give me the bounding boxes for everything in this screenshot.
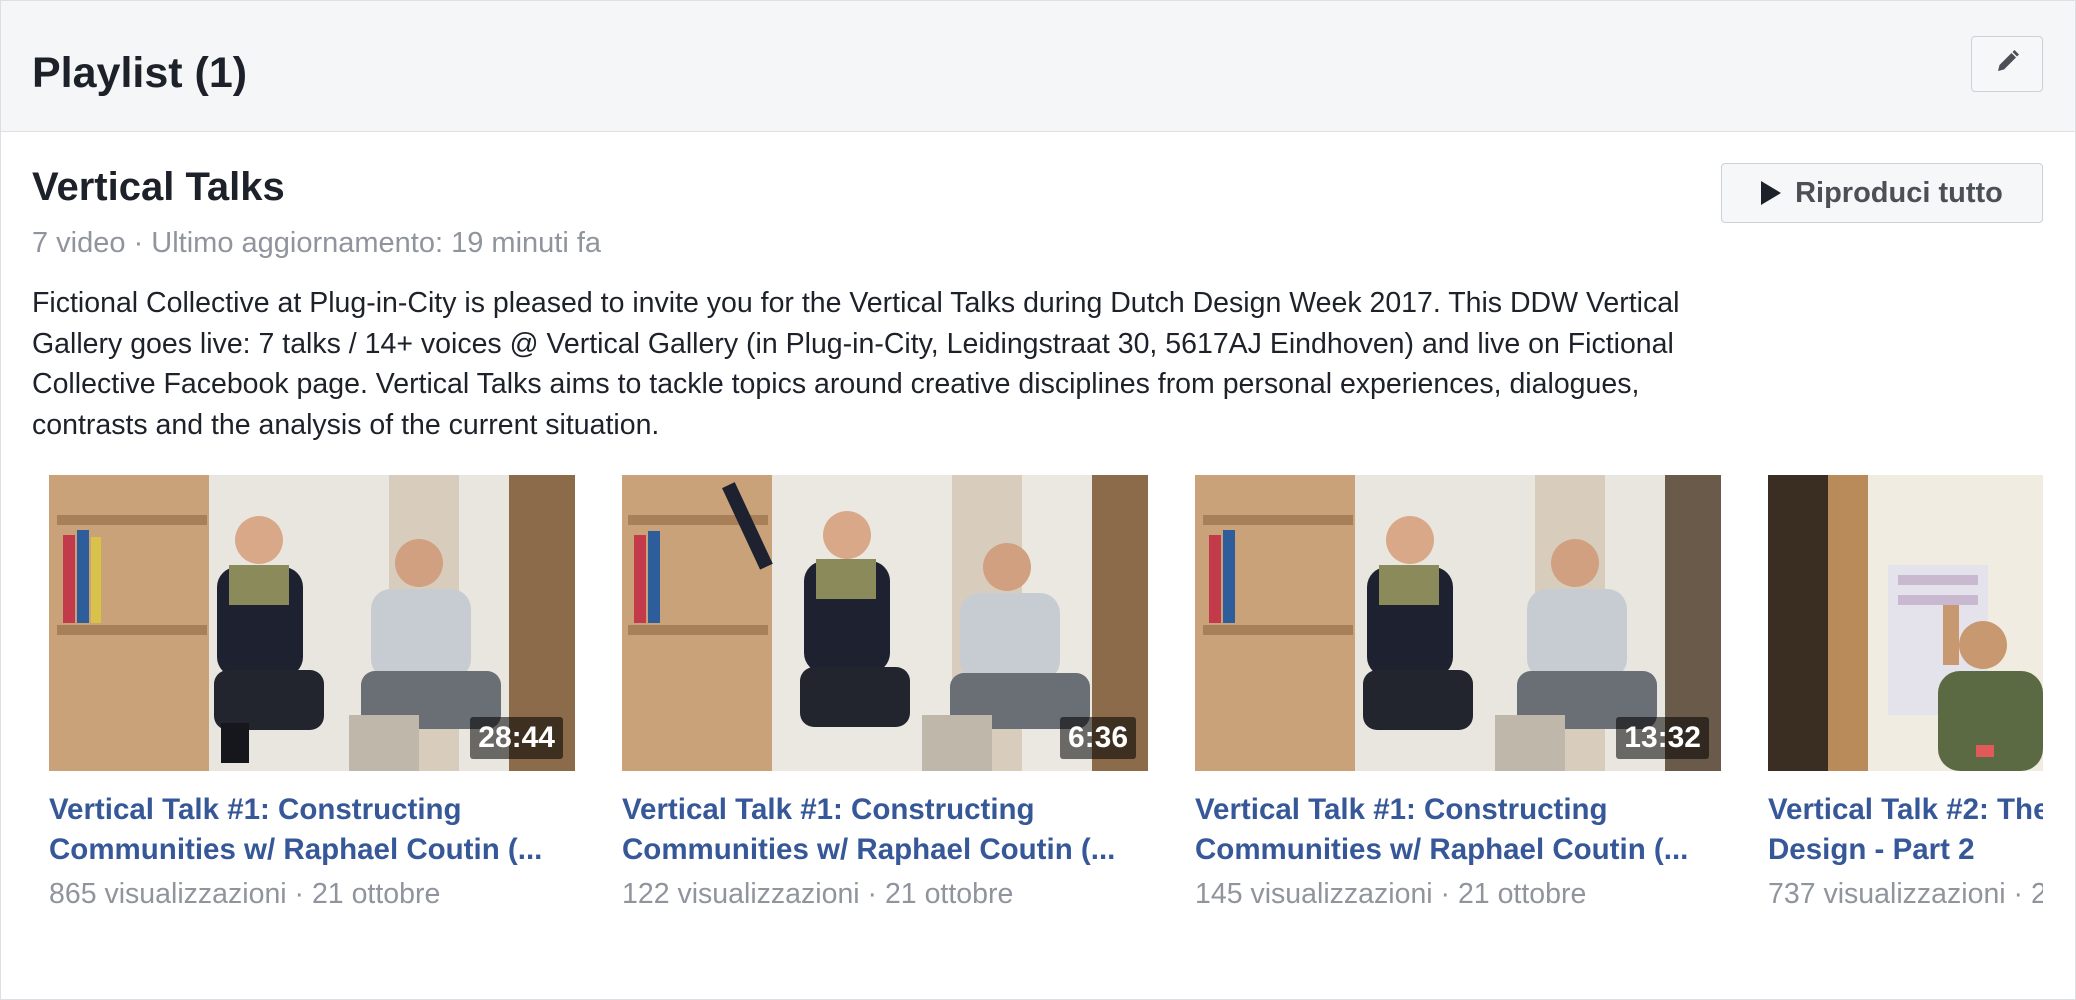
playlist-description: Fictional Collective at Plug-in-City is …	[32, 287, 1680, 441]
play-all-button[interactable]: Riproduci tutto	[1721, 163, 2043, 223]
video-card[interactable]: 6:36 Vertical Talk #1: Constructing Comm…	[622, 475, 1148, 912]
video-card[interactable]: 13:32 Vertical Talk #1: Constructing Com…	[1195, 475, 1721, 912]
video-card[interactable]: 28:44 Vertical Talk #1: Constructing Com…	[49, 475, 575, 912]
video-title-line: Communities w/ Raphael Coutin (...	[1195, 833, 1689, 866]
video-title-line: Communities w/ Raphael Coutin (...	[622, 833, 1116, 866]
video-title[interactable]: Vertical Talk #1: Constructing Communiti…	[49, 790, 575, 870]
playlist-panel: Playlist (1) Vertical Talks 7 video · Ul…	[0, 0, 2076, 1000]
play-icon	[1761, 181, 1782, 205]
video-thumbnail[interactable]: 6:36	[622, 475, 1148, 771]
video-thumbnail[interactable]	[1768, 475, 2043, 771]
edit-button[interactable]	[1971, 36, 2043, 92]
video-thumbnail[interactable]: 13:32	[1195, 475, 1721, 771]
pencil-icon	[1992, 47, 2022, 82]
video-title[interactable]: Vertical Talk #1: Constructing Communiti…	[1195, 790, 1721, 870]
video-meta: 737 visualizzazioni · 2	[1768, 878, 2043, 910]
panel-title: Playlist (1)	[32, 49, 248, 97]
play-all-label: Riproduci tutto	[1795, 176, 2003, 209]
video-title-line: Vertical Talk #2: The	[1768, 793, 2043, 826]
video-duration: 28:44	[470, 717, 563, 759]
video-duration: 13:32	[1616, 717, 1709, 759]
video-title[interactable]: Vertical Talk #2: The Design - Part 2	[1768, 790, 2043, 870]
video-card[interactable]: Vertical Talk #2: The Design - Part 2 73…	[1768, 475, 2043, 912]
playlist-title[interactable]: Vertical Talks	[32, 163, 285, 211]
panel-header: Playlist (1)	[1, 1, 2075, 132]
playlist-meta: 7 video · Ultimo aggiornamento: 19 minut…	[32, 227, 602, 259]
video-title-line: Vertical Talk #1: Constructing	[1195, 793, 1608, 826]
video-thumbnail[interactable]: 28:44	[49, 475, 575, 771]
video-title-line: Vertical Talk #1: Constructing	[49, 793, 462, 826]
video-duration: 6:36	[1059, 717, 1136, 759]
video-title-line: Design - Part 2	[1768, 833, 1975, 866]
video-meta: 865 visualizzazioni · 21 ottobre	[49, 878, 441, 910]
video-title[interactable]: Vertical Talk #1: Constructing Communiti…	[622, 790, 1148, 870]
video-meta: 145 visualizzazioni · 21 ottobre	[1195, 878, 1587, 910]
video-meta: 122 visualizzazioni · 21 ottobre	[622, 878, 1014, 910]
video-title-line: Vertical Talk #1: Constructing	[622, 793, 1035, 826]
video-title-line: Communities w/ Raphael Coutin (...	[49, 833, 543, 866]
